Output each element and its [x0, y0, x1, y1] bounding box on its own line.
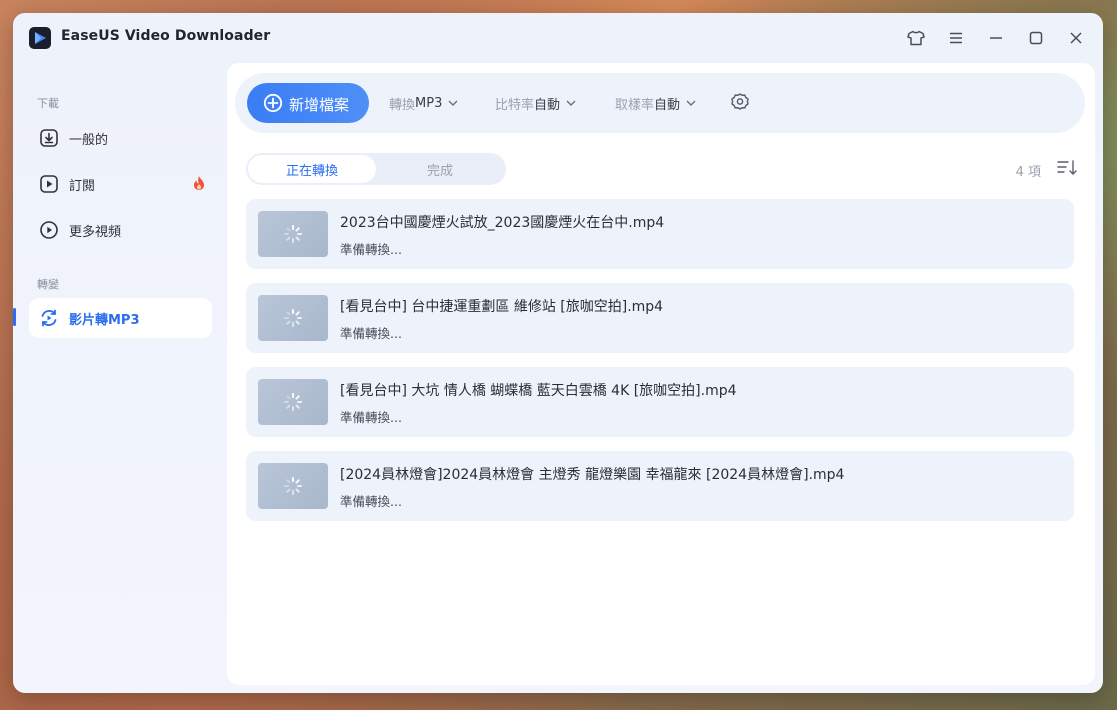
- spinner-icon: [284, 225, 302, 243]
- add-file-label: 新增檔案: [289, 96, 350, 114]
- sidebar-item-general[interactable]: 一般的: [29, 118, 212, 158]
- tab-converting[interactable]: 正在轉換: [248, 155, 376, 183]
- app-title: EaseUS Video Downloader: [61, 28, 271, 44]
- sort-icon[interactable]: [1057, 160, 1077, 180]
- sidebar-item-video-to-mp3[interactable]: 影片轉MP3: [29, 298, 212, 338]
- title-bar: EaseUS Video Downloader: [13, 13, 1103, 63]
- chevron-down-icon: [448, 100, 458, 106]
- file-name: [看見台中] 大坑 情人橋 蝴蝶橋 藍天白雲橋 4K [旅咖空拍].mp4: [340, 383, 737, 399]
- toolbar: 新增檔案 轉換 MP3 比特率 自動 取樣率 自動: [235, 73, 1085, 133]
- tshirt-icon[interactable]: [905, 27, 927, 49]
- status-tabs: 正在轉換 完成: [246, 153, 506, 185]
- maximize-icon[interactable]: [1025, 27, 1047, 49]
- list-item[interactable]: [2024員林燈會]2024員林燈會 主燈秀 龍燈樂園 幸福龍來 [2024員林…: [246, 451, 1074, 521]
- bitrate-value: 自動: [534, 97, 561, 113]
- file-status: 準備轉換...: [340, 326, 402, 341]
- spinner-icon: [284, 477, 302, 495]
- play-logo-icon: [29, 27, 51, 49]
- list-item[interactable]: [看見台中] 大坑 情人橋 蝴蝶橋 藍天白雲橋 4K [旅咖空拍].mp4 準備…: [246, 367, 1074, 437]
- app-window: EaseUS Video Downloader 下載 一般的 訂閱 更多視頻 轉…: [13, 13, 1103, 693]
- sidebar-item-subscribe[interactable]: 訂閱: [29, 164, 212, 204]
- video-thumbnail: [258, 379, 328, 425]
- list-item[interactable]: [看見台中] 台中捷運重劃區 維修站 [旅咖空拍].mp4 準備轉換...: [246, 283, 1074, 353]
- chevron-down-icon: [686, 100, 696, 106]
- play-box-icon: [39, 174, 59, 194]
- format-key: 轉換: [389, 97, 416, 113]
- add-file-button[interactable]: 新增檔案: [247, 83, 369, 123]
- sidebar-item-label: 一般的: [69, 133, 109, 148]
- samplerate-key: 取樣率: [615, 97, 655, 113]
- chevron-down-icon: [566, 100, 576, 106]
- video-thumbnail: [258, 463, 328, 509]
- convert-section-label: 轉變: [37, 278, 59, 291]
- tab-done[interactable]: 完成: [376, 155, 504, 183]
- sidebar-item-label: 訂閱: [69, 179, 96, 194]
- samplerate-value: 自動: [654, 97, 681, 113]
- download-box-icon: [39, 128, 59, 148]
- bitrate-dropdown[interactable]: 比特率 自動: [495, 93, 576, 113]
- video-thumbnail: [258, 295, 328, 341]
- list-item[interactable]: 2023台中國慶煙火試放_2023國慶煙火在台中.mp4 準備轉換...: [246, 199, 1074, 269]
- sidebar-item-label: 更多視頻: [69, 225, 122, 240]
- gear-icon[interactable]: [731, 93, 749, 115]
- active-indicator: [13, 308, 16, 326]
- file-name: [2024員林燈會]2024員林燈會 主燈秀 龍燈樂園 幸福龍來 [2024員林…: [340, 467, 845, 483]
- fire-icon: [192, 175, 206, 195]
- file-status: 準備轉換...: [340, 410, 402, 425]
- item-count: 4 項: [1015, 165, 1041, 180]
- file-name: 2023台中國慶煙火試放_2023國慶煙火在台中.mp4: [340, 215, 665, 231]
- play-circle-icon: [39, 220, 59, 240]
- format-dropdown[interactable]: 轉換 MP3: [389, 93, 458, 113]
- video-thumbnail: [258, 211, 328, 257]
- file-status: 準備轉換...: [340, 494, 402, 509]
- file-status: 準備轉換...: [340, 242, 402, 257]
- file-name: [看見台中] 台中捷運重劃區 維修站 [旅咖空拍].mp4: [340, 299, 664, 315]
- hamburger-icon[interactable]: [945, 27, 967, 49]
- close-icon[interactable]: [1065, 27, 1087, 49]
- plus-circle-icon: [263, 93, 283, 117]
- sidebar-item-more-videos[interactable]: 更多視頻: [29, 210, 212, 250]
- sidebar: 下載 一般的 訂閱 更多視頻 轉變 影片轉MP3: [13, 63, 226, 693]
- bitrate-key: 比特率: [495, 97, 535, 113]
- convert-cycle-icon: [39, 308, 59, 328]
- spinner-icon: [284, 309, 302, 327]
- main-panel: 新增檔案 轉換 MP3 比特率 自動 取樣率 自動 正在轉換 完成 4 項 20…: [227, 63, 1095, 685]
- sidebar-item-label: 影片轉MP3: [69, 313, 140, 328]
- format-value: MP3: [415, 95, 443, 111]
- download-section-label: 下載: [37, 97, 59, 110]
- spinner-icon: [284, 393, 302, 411]
- minimize-icon[interactable]: [985, 27, 1007, 49]
- samplerate-dropdown[interactable]: 取樣率 自動: [615, 93, 696, 113]
